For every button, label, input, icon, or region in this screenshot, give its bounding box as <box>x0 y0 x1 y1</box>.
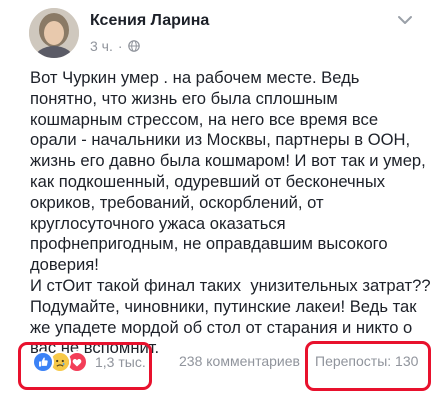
shares-count[interactable]: Перепосты: 130 <box>315 353 418 369</box>
post-line: жизнь его давно была кошмаром! И вот так… <box>30 151 426 171</box>
post-line: кошмарным стрессом, на него все время вс… <box>30 109 379 129</box>
post-line: Вот Чуркин умер . на рабочем месте. Ведь <box>30 68 360 87</box>
post-line: профнепригодным, не оправдавшим высокого <box>30 234 388 254</box>
post-meta: 3 ч. · <box>90 38 140 54</box>
post-line: как подкошенный, одуревший от бесконечны… <box>30 171 386 191</box>
chevron-down-icon[interactable] <box>396 14 414 26</box>
avatar[interactable] <box>29 8 79 58</box>
post-line: круглосуточного ужаса оказаться <box>30 213 286 233</box>
post-footer: 1,3 тыс. 238 комментариев Перепосты: 130 <box>0 345 436 385</box>
reactions-summary[interactable]: 1,3 тыс. <box>32 351 146 373</box>
post-body: Вот Чуркин умер . на рабочем месте. Ведь… <box>30 68 431 359</box>
avatar-image <box>29 8 79 58</box>
post-line: орали - начальники из Москвы, партнеры в… <box>30 130 411 150</box>
post-line: доверия! <box>30 255 99 275</box>
globe-icon[interactable] <box>127 40 140 52</box>
post-line: понятно, что жизнь его была сплошным <box>30 88 338 108</box>
post-time[interactable]: 3 ч. <box>90 38 113 54</box>
reaction-count[interactable]: 1,3 тыс. <box>95 354 146 370</box>
post-line: же упадете мордой об стол от старания и … <box>30 317 413 337</box>
post-line: Подумайте, чиновники, путинские лакеи! В… <box>30 296 417 316</box>
post-line: И стОит такой финал таких унизительных з… <box>30 275 431 295</box>
post-line: окриков, требований, оскорблений, от <box>30 192 324 212</box>
facebook-post: Ксения Ларина 3 ч. · Вот Чуркин умер . н… <box>0 0 436 415</box>
like-icon <box>32 351 54 373</box>
meta-separator: · <box>117 38 123 54</box>
comments-count[interactable]: 238 комментариев <box>179 353 300 369</box>
author-name[interactable]: Ксения Ларина <box>90 12 209 30</box>
